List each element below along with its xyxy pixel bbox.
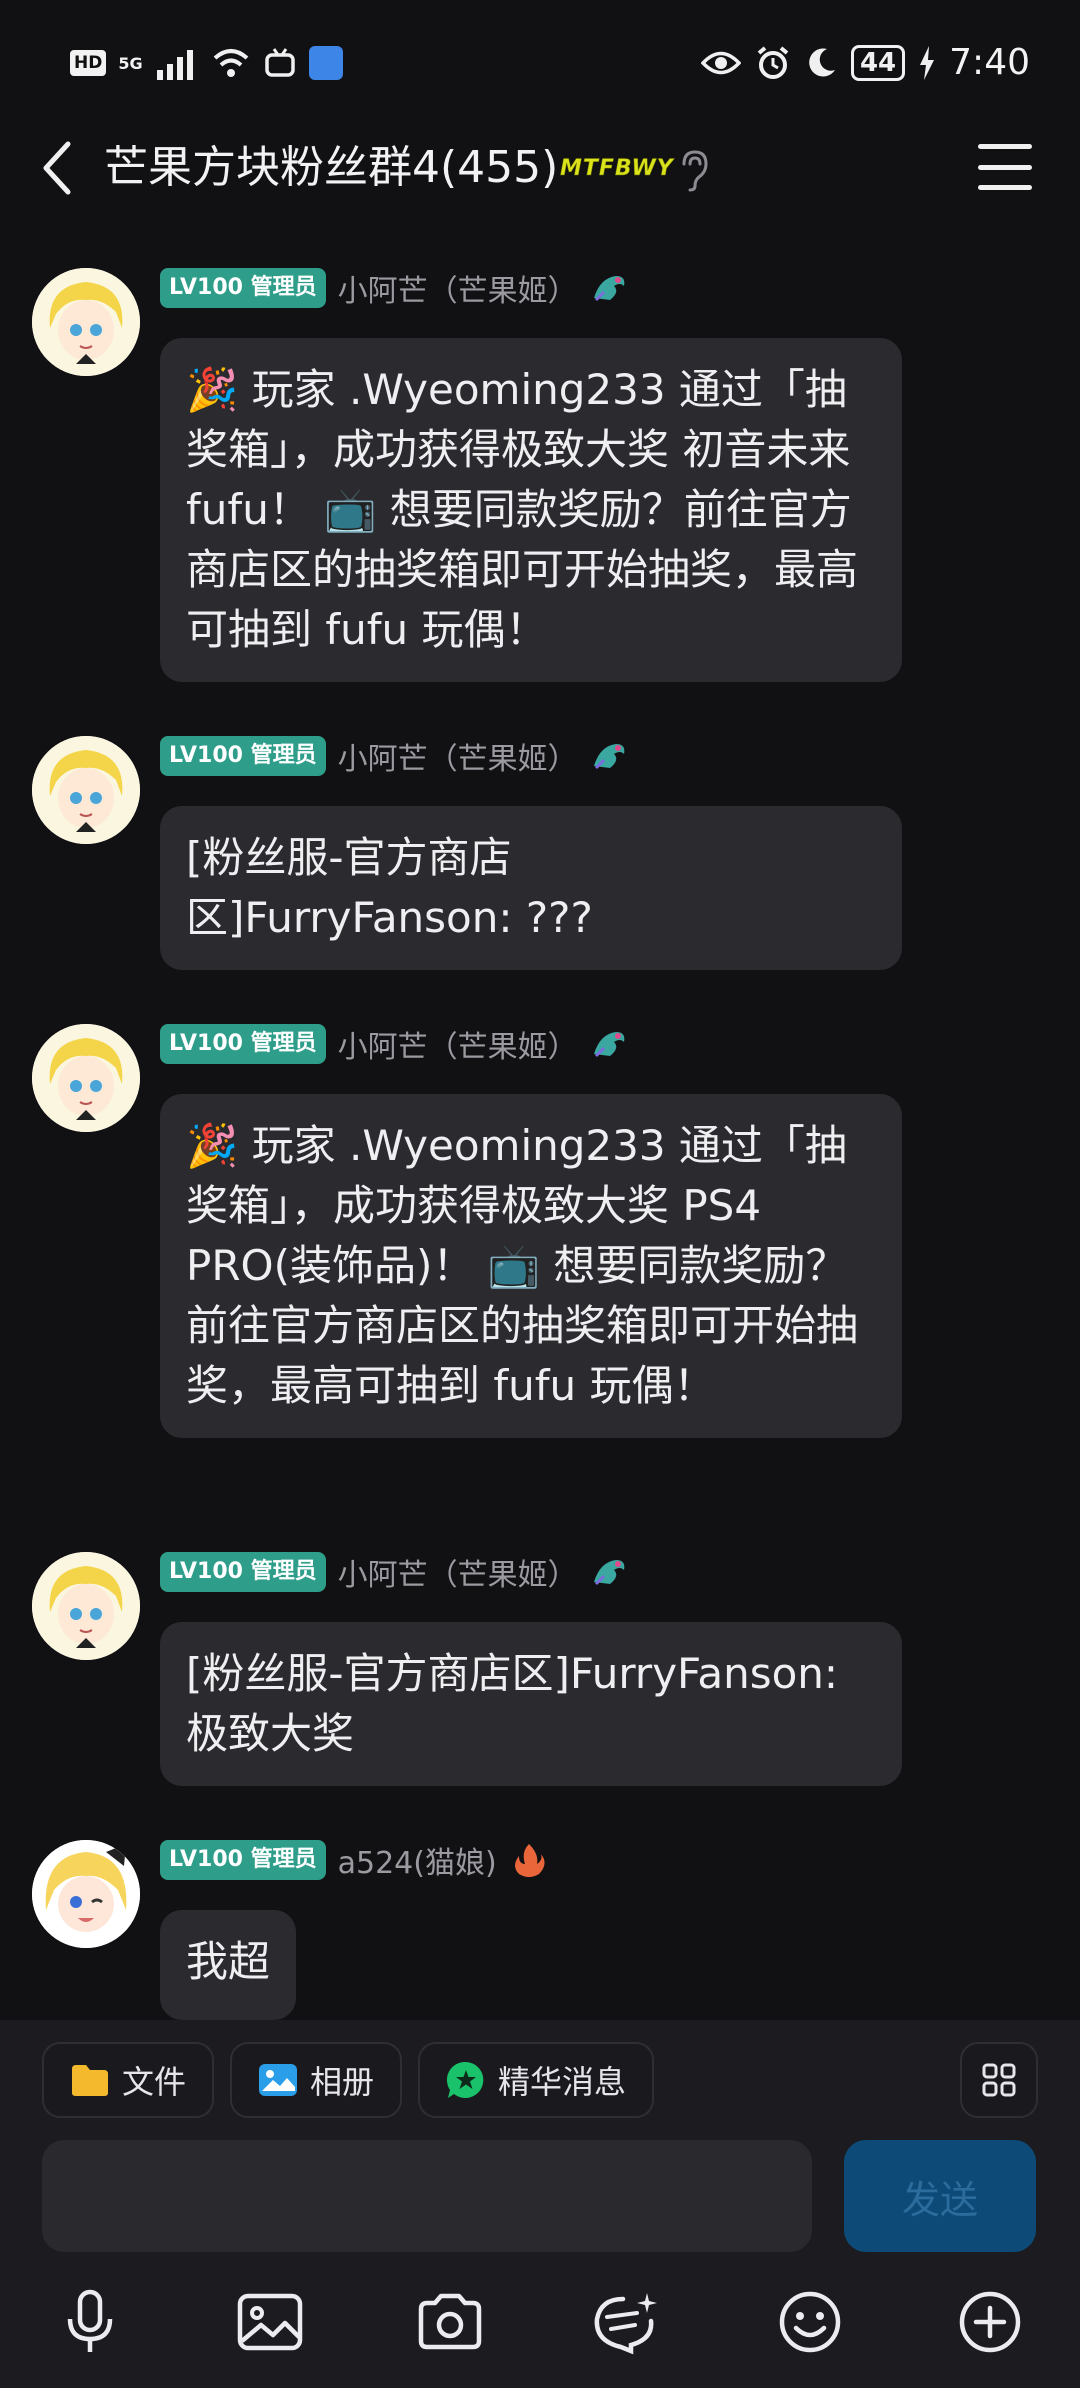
anime-avatar-icon xyxy=(32,736,140,844)
sender-name[interactable]: 小阿芒（芒果姬） xyxy=(338,266,578,310)
battery-level: 44 xyxy=(850,44,906,81)
dragon-badge-icon xyxy=(593,1560,624,1586)
file-chip-label: 文件 xyxy=(122,2063,187,2101)
add-button[interactable] xyxy=(950,2282,1030,2362)
app-notification-icon xyxy=(308,46,343,80)
send-button[interactable]: 发送 xyxy=(844,2140,1036,2252)
input-toolbar xyxy=(0,2282,1080,2382)
bilibili-icon xyxy=(264,48,295,77)
microphone-icon xyxy=(67,2289,113,2352)
hamburger-menu-icon xyxy=(978,144,1032,149)
group-badge: MTFBWY xyxy=(560,156,674,182)
role-badge: LV100 管理员 xyxy=(160,736,326,776)
alarm-icon xyxy=(757,45,789,79)
album-chip[interactable]: 相册 xyxy=(230,2042,403,2118)
back-button[interactable] xyxy=(32,138,82,198)
avatar[interactable] xyxy=(32,1024,140,1132)
flame-badge-icon xyxy=(514,1844,545,1877)
message-input[interactable] xyxy=(42,2140,812,2252)
dragon-badge-icon xyxy=(593,1032,624,1058)
role-badge: LV100 管理员 xyxy=(160,1840,326,1880)
sender-name[interactable]: 小阿芒（芒果姬） xyxy=(338,1022,578,1066)
role-badge: LV100 管理员 xyxy=(160,268,326,308)
moon-icon xyxy=(809,47,835,76)
clock: 7:40 xyxy=(949,42,1030,83)
message-bubble[interactable]: [粉丝服-官方商店区]FurryFanson: ??? xyxy=(160,806,902,970)
image-icon xyxy=(237,2293,303,2351)
avatar[interactable] xyxy=(32,268,140,376)
essence-chip[interactable]: 精华消息 xyxy=(418,2042,655,2118)
message-bubble[interactable]: 🎉 玩家 .Wyeoming233 通过「抽奖箱」，成功获得极致大奖 PS4 P… xyxy=(160,1094,902,1438)
avatar[interactable] xyxy=(32,736,140,844)
status-left: HD 5G xyxy=(70,46,343,80)
essence-chip-label: 精华消息 xyxy=(498,2063,627,2101)
gallery-button[interactable] xyxy=(230,2282,310,2362)
file-chip[interactable]: 文件 xyxy=(42,2042,215,2118)
status-right: 44 7:40 xyxy=(700,42,1030,83)
message-bubble[interactable]: 我超 xyxy=(160,1910,297,2020)
album-chip-label: 相册 xyxy=(310,2063,375,2101)
avatar[interactable] xyxy=(32,1840,140,1948)
anime-avatar-icon xyxy=(32,1552,140,1660)
dragon-badge-icon xyxy=(593,744,624,770)
hd-indicator: HD xyxy=(70,50,107,76)
sticker-icon xyxy=(594,2293,657,2355)
anime-avatar-icon xyxy=(32,1024,140,1132)
folder-icon xyxy=(72,2065,108,2096)
role-badge: LV100 管理员 xyxy=(160,1552,326,1592)
group-title[interactable]: 芒果方块粉丝群4(455) xyxy=(104,140,558,196)
sender-name[interactable]: 小阿芒（芒果姬） xyxy=(338,1550,578,1594)
message-meta: LV100 管理员 a524(猫娘) xyxy=(160,1838,549,1882)
sender-name[interactable]: 小阿芒（芒果姬） xyxy=(338,734,578,778)
charging-icon xyxy=(920,45,935,80)
message-bubble[interactable]: [粉丝服-官方商店区]FurryFanson: 极致大奖 xyxy=(160,1622,902,1786)
status-bar: HD 5G 44 7:40 xyxy=(0,0,1080,130)
composer-panel: 文件 相册 精华消息 发送 xyxy=(0,2020,1080,2388)
message-meta: LV100 管理员 小阿芒（芒果姬） xyxy=(160,266,630,310)
emoji-icon xyxy=(779,2291,841,2353)
chevron-left-icon xyxy=(43,141,71,195)
anime-girl-avatar-icon xyxy=(32,1840,140,1948)
menu-button[interactable] xyxy=(978,144,1032,190)
network-type: 5G xyxy=(118,53,143,73)
more-apps-button[interactable] xyxy=(960,2042,1038,2118)
message-bubble[interactable]: 🎉 玩家 .Wyeoming233 通过「抽奖箱」，成功获得极致大奖 初音未来f… xyxy=(160,338,902,682)
star-bubble-icon xyxy=(446,2061,484,2098)
ear-icon[interactable] xyxy=(676,148,712,192)
camera-icon xyxy=(418,2293,482,2350)
wifi-icon xyxy=(213,49,248,77)
sticker-button[interactable] xyxy=(586,2282,666,2362)
message-meta: LV100 管理员 小阿芒（芒果姬） xyxy=(160,1550,630,1594)
photo-icon xyxy=(259,2064,298,2096)
avatar[interactable] xyxy=(32,1552,140,1660)
eye-icon xyxy=(700,51,741,74)
quick-actions: 文件 相册 精华消息 xyxy=(42,2042,655,2118)
emoji-button[interactable] xyxy=(770,2282,850,2362)
message-meta: LV100 管理员 小阿芒（芒果姬） xyxy=(160,1022,630,1066)
anime-avatar-icon xyxy=(32,268,140,376)
voice-button[interactable] xyxy=(50,2282,130,2362)
camera-button[interactable] xyxy=(410,2282,490,2362)
role-badge: LV100 管理员 xyxy=(160,1024,326,1064)
dragon-badge-icon xyxy=(593,276,624,302)
message-meta: LV100 管理员 小阿芒（芒果姬） xyxy=(160,734,630,778)
sender-name[interactable]: a524(猫娘) xyxy=(338,1838,497,1882)
plus-icon xyxy=(959,2291,1021,2353)
grid-icon xyxy=(982,2063,1016,2097)
signal-icon xyxy=(156,50,193,80)
chat-header: 芒果方块粉丝群4(455) MTFBWY xyxy=(0,118,1080,218)
